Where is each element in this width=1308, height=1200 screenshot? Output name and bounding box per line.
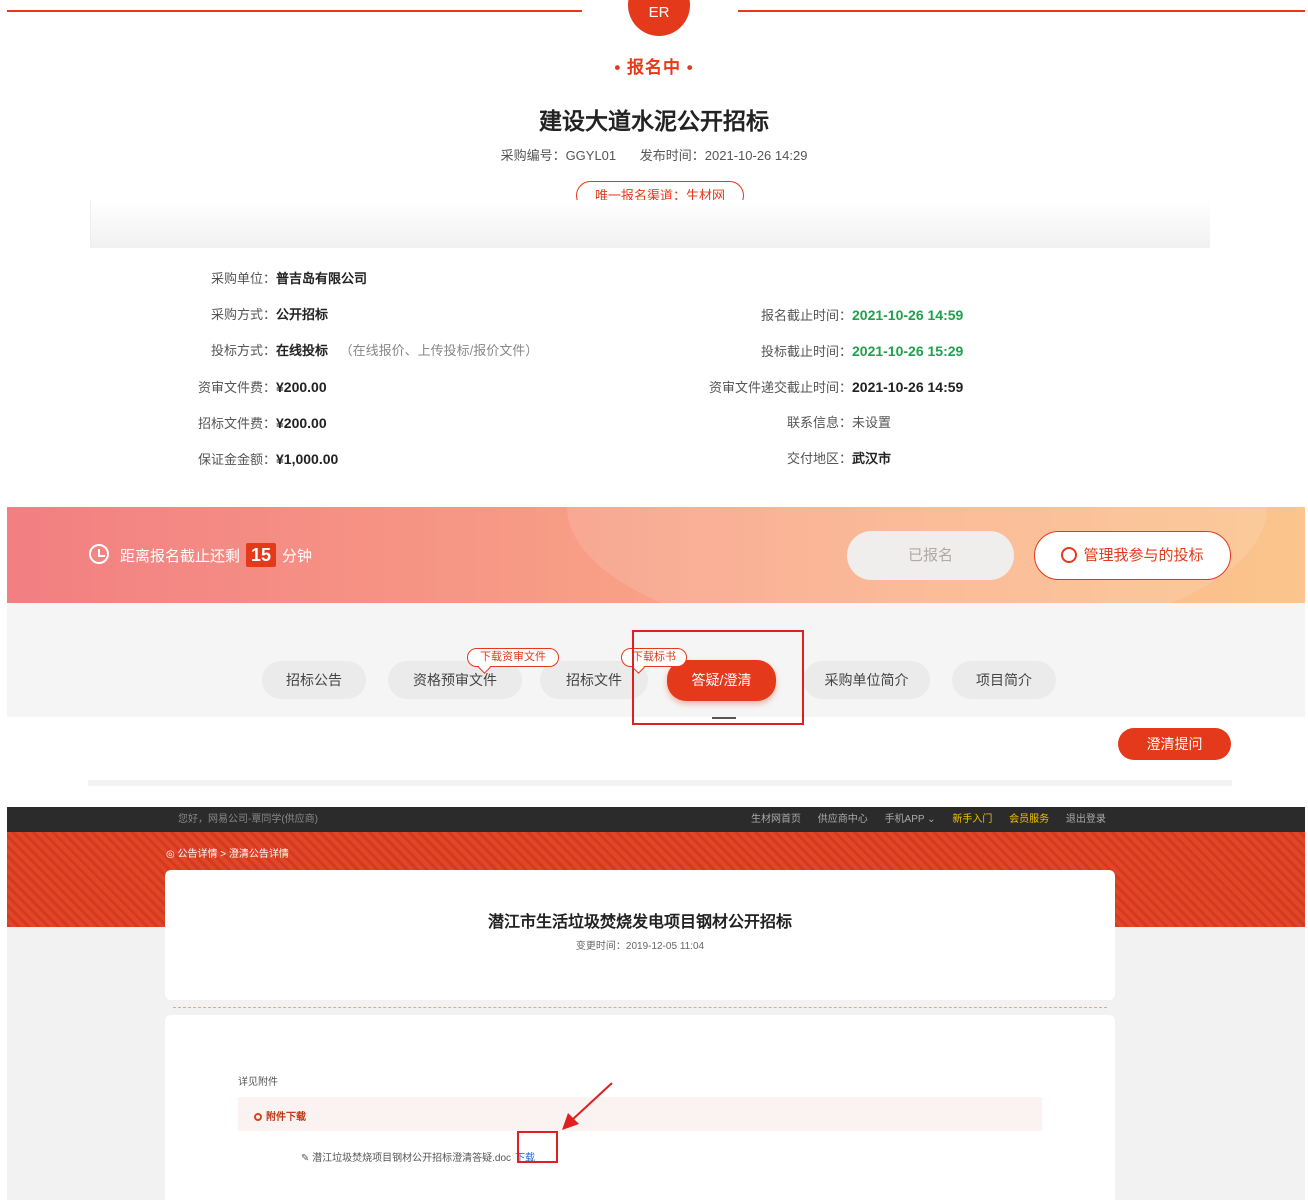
info-bid-method: 投标方式：在线投标 （在线报价、上传投标/报价文件） — [210, 343, 539, 358]
attachment-filename: ✎ 潜江垃圾焚烧项目钢材公开招标澄清答疑.doc — [301, 1153, 512, 1164]
circle-icon — [254, 1113, 262, 1121]
tab-underline — [712, 717, 736, 719]
notice-title: 潜江市生活垃圾焚烧发电项目钢材公开招标 — [487, 914, 792, 931]
nav-mobile-app[interactable]: 手机APP ⌄ — [885, 814, 936, 825]
countdown-number: 15 — [246, 543, 277, 567]
highlight-box-tab — [632, 630, 804, 725]
tender-meta: 采购编号：GGYL01 发布时间：2021-10-26 14:29 — [0, 145, 1308, 164]
header-shadow — [90, 200, 1210, 248]
status-label: • 报名中 • — [614, 58, 694, 77]
tab-project-intro[interactable]: 项目简介 — [952, 661, 1056, 699]
attachment-file: ✎ 潜江垃圾焚烧项目钢材公开招标澄清答疑.doc 下载 — [301, 1149, 535, 1164]
info-contact: 联系信息：未设置 — [786, 415, 892, 430]
nav-home[interactable]: 生材网首页 — [751, 814, 801, 825]
info-review-fee: 资审文件费：¥200.00 — [197, 379, 327, 395]
nav-beginner[interactable]: 新手入门 — [952, 814, 992, 825]
clarification-detail-page: 您好，网易公司-覃同学(供应商) 生材网首页 供应商中心 手机APP ⌄ 新手入… — [7, 807, 1305, 1200]
nav-links: 生材网首页 供应商中心 手机APP ⌄ 新手入门 会员服务 退出登录 — [751, 807, 1120, 832]
info-delivery: 交付地区：武汉市 — [786, 451, 892, 466]
nav-member[interactable]: 会员服务 — [1009, 814, 1049, 825]
notice-body-card: 详见附件 附件下载 ✎ 潜江垃圾焚烧项目钢材公开招标澄清答疑.doc 下载 — [165, 1015, 1115, 1200]
change-time: 变更时间：2019-12-05 11:04 — [575, 941, 705, 952]
info-tender-fee: 招标文件费：¥200.00 — [197, 415, 327, 431]
info-reg-deadline: 报名截止时间：2021-10-26 14:59 — [760, 307, 964, 323]
tender-detail-panel: ER • 报名中 • 建设大道水泥公开招标 采购编号：GGYL01 发布时间：2… — [0, 0, 1308, 800]
info-deposit: 保证金金额：¥1,000.00 — [197, 451, 339, 467]
tender-badge-icon: ER — [628, 0, 690, 36]
header-line-left — [7, 10, 582, 12]
clock-icon — [89, 544, 109, 564]
manage-bids-button[interactable]: 管理我参与的投标 — [1034, 531, 1231, 580]
highlight-box-download — [517, 1131, 558, 1163]
page-title: 建设大道水泥公开招标 — [539, 108, 769, 134]
nav-supplier-center[interactable]: 供应商中心 — [818, 814, 868, 825]
info-bid-deadline: 投标截止时间：2021-10-26 15:29 — [760, 343, 964, 359]
registered-button[interactable]: 已报名 — [847, 531, 1014, 580]
top-nav: 您好，网易公司-覃同学(供应商) 生材网首页 供应商中心 手机APP ⌄ 新手入… — [7, 807, 1305, 832]
purchase-number: 采购编号：GGYL01 — [500, 148, 617, 163]
section-divider — [88, 780, 1232, 786]
attachment-header: 附件下载 — [238, 1097, 1042, 1131]
download-prequal-tip[interactable]: 下载资审文件 — [467, 648, 559, 667]
clarify-question-button[interactable]: 澄清提问 — [1118, 728, 1231, 760]
breadcrumb[interactable]: ◎ 公告详情 > 澄清公告详情 — [166, 845, 289, 860]
countdown-text: 距离报名截止还剩 15 分钟 — [120, 543, 313, 567]
publish-time: 发布时间：2021-10-26 14:29 — [639, 148, 808, 163]
info-review-deadline: 资审文件递交截止时间：2021-10-26 14:59 — [708, 379, 964, 395]
info-method: 采购方式：公开招标 — [210, 307, 329, 322]
bid-icon — [1061, 547, 1078, 563]
tab-announcement[interactable]: 招标公告 — [262, 661, 366, 699]
info-unit: 采购单位：普吉岛有限公司 — [210, 271, 368, 286]
tab-unit-intro[interactable]: 采购单位简介 — [803, 661, 930, 699]
countdown-banner: 距离报名截止还剩 15 分钟 已报名 管理我参与的投标 — [7, 507, 1305, 603]
user-greeting: 您好，网易公司-覃同学(供应商) — [178, 814, 318, 825]
notice-title-card: 潜江市生活垃圾焚烧发电项目钢材公开招标 变更时间：2019-12-05 11:0… — [165, 870, 1115, 1000]
header-line-right — [738, 10, 1305, 12]
dashed-separator — [173, 1007, 1107, 1008]
nav-logout[interactable]: 退出登录 — [1066, 814, 1106, 825]
see-attachment-text: 详见附件 — [238, 1077, 278, 1088]
